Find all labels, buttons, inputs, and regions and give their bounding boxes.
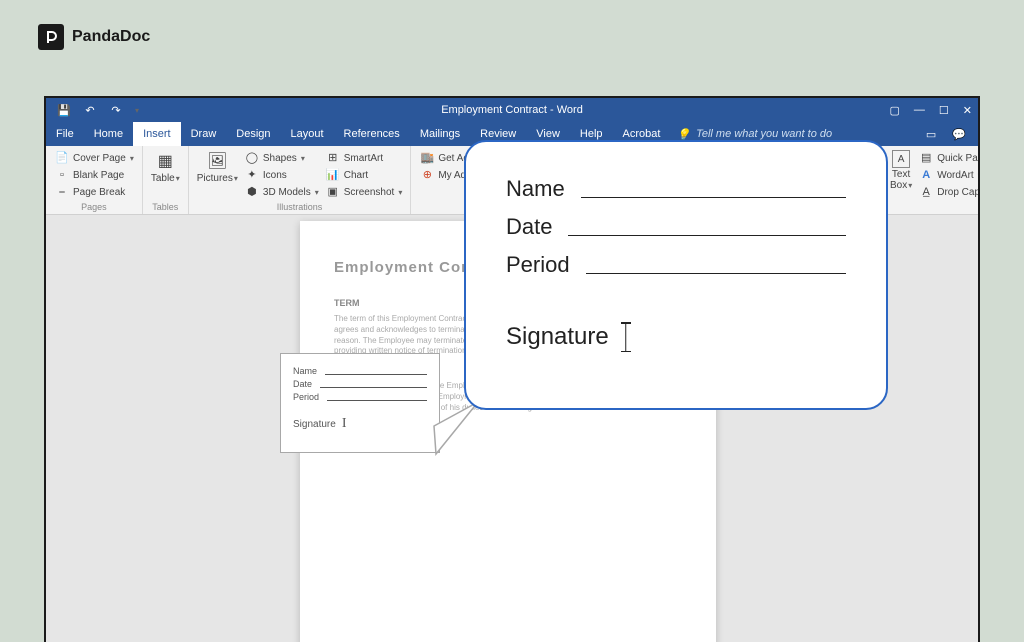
- callout-date-line[interactable]: [568, 235, 846, 236]
- smartart-button[interactable]: ⊞SmartArt: [325, 150, 403, 166]
- screenshot-icon: ▣: [325, 184, 341, 200]
- field-name-line[interactable]: [325, 367, 427, 375]
- pandadoc-icon: [38, 24, 64, 50]
- ribbon-options-icon[interactable]: ▢: [890, 104, 900, 117]
- group-text: A Text Box▾ ▤Quick Parts▾ AWordArt▾ A̲Dr…: [882, 146, 980, 214]
- tell-me-search[interactable]: 💡 Tell me what you want to do: [676, 128, 832, 141]
- text-box-button[interactable]: A Text Box▾: [890, 150, 912, 191]
- comments-icon[interactable]: 💬: [952, 128, 966, 141]
- page-break-icon: ⎯: [54, 184, 70, 200]
- qat-customize-icon[interactable]: ▾: [135, 106, 139, 115]
- text-cursor-icon: I: [342, 416, 347, 432]
- blank-page-button[interactable]: ▫Blank Page: [54, 167, 134, 183]
- undo-icon[interactable]: ↶: [82, 102, 98, 118]
- signature-callout: Name Date Period Signature: [464, 140, 888, 410]
- cover-page-button[interactable]: 📄Cover Page▾: [54, 150, 134, 166]
- group-text-label: Text: [890, 200, 980, 212]
- blank-page-icon: ▫: [54, 167, 70, 183]
- tab-home[interactable]: Home: [84, 122, 133, 146]
- callout-signature-label: Signature: [506, 323, 609, 351]
- title-bar: 💾 ↶ ↷ ▾ Employment Contract - Word ▢ — ☐…: [46, 98, 978, 122]
- cover-page-icon: 📄: [54, 150, 70, 166]
- smartart-icon: ⊞: [325, 150, 341, 166]
- tab-mailings[interactable]: Mailings: [410, 122, 470, 146]
- screenshot-button[interactable]: ▣Screenshot▾: [325, 184, 403, 200]
- quick-access-toolbar: 💾 ↶ ↷ ▾: [46, 102, 139, 118]
- page-break-button[interactable]: ⎯Page Break: [54, 184, 134, 200]
- wordart-icon: A: [918, 167, 934, 183]
- quick-parts-button[interactable]: ▤Quick Parts▾: [918, 150, 980, 166]
- lightbulb-icon: 💡: [676, 128, 690, 141]
- group-pages-label: Pages: [54, 200, 134, 212]
- field-period-line[interactable]: [327, 393, 427, 401]
- callout-period-line[interactable]: [586, 273, 846, 274]
- field-period-label: Period: [293, 392, 319, 402]
- chart-button[interactable]: 📊Chart: [325, 167, 403, 183]
- callout-period-label: Period: [506, 252, 570, 278]
- window-title: Employment Contract - Word: [46, 104, 978, 116]
- tell-me-label: Tell me what you want to do: [696, 128, 832, 140]
- tab-design[interactable]: Design: [226, 122, 280, 146]
- drop-cap-button[interactable]: A̲Drop Cap▾: [918, 184, 980, 200]
- addins-icon: ⊕: [419, 167, 435, 183]
- group-tables-label: Tables: [151, 200, 180, 212]
- tab-layout[interactable]: Layout: [281, 122, 334, 146]
- 3d-models-icon: ⬢: [244, 184, 260, 200]
- textbox-icon: A: [892, 150, 910, 168]
- chart-icon: 📊: [325, 167, 341, 183]
- pictures-button[interactable]: 🖼 Pictures▾: [197, 150, 238, 184]
- callout-date-label: Date: [506, 214, 552, 240]
- tab-insert[interactable]: Insert: [133, 122, 181, 146]
- field-name-label: Name: [293, 366, 317, 376]
- shapes-icon: ◯: [244, 150, 260, 166]
- table-icon: ▦: [154, 150, 176, 172]
- store-icon: 🏬: [419, 150, 435, 166]
- share-icon[interactable]: ▭: [926, 128, 936, 141]
- icons-button[interactable]: ✦Icons: [244, 167, 319, 183]
- shapes-button[interactable]: ◯Shapes▾: [244, 150, 319, 166]
- redo-icon[interactable]: ↷: [108, 102, 124, 118]
- field-date-line[interactable]: [320, 380, 427, 388]
- callout-pointer: [432, 400, 480, 456]
- save-icon[interactable]: 💾: [56, 102, 72, 118]
- group-illustrations-label: Illustrations: [197, 200, 403, 212]
- quickparts-icon: ▤: [918, 150, 934, 166]
- field-date-label: Date: [293, 379, 312, 389]
- pandadoc-logo: PandaDoc: [38, 24, 150, 50]
- tab-file[interactable]: File: [46, 122, 84, 146]
- text-cursor-icon: [621, 322, 631, 352]
- maximize-icon[interactable]: ☐: [939, 104, 949, 117]
- icons-icon: ✦: [244, 167, 260, 183]
- callout-name-label: Name: [506, 176, 565, 202]
- dropcap-icon: A̲: [918, 184, 934, 200]
- pandadoc-brand-text: PandaDoc: [72, 28, 150, 46]
- field-signature-label: Signature: [293, 419, 336, 430]
- tab-draw[interactable]: Draw: [181, 122, 227, 146]
- close-icon[interactable]: ✕: [963, 104, 972, 117]
- signature-block-small[interactable]: Name Date Period Signature I: [280, 353, 440, 453]
- group-illustrations: 🖼 Pictures▾ ◯Shapes▾ ✦Icons ⬢3D Models▾ …: [189, 146, 412, 214]
- group-tables: ▦ Table▾ Tables: [143, 146, 189, 214]
- minimize-icon[interactable]: —: [914, 104, 925, 117]
- callout-name-line[interactable]: [581, 197, 846, 198]
- wordart-button[interactable]: AWordArt▾: [918, 167, 980, 183]
- table-button[interactable]: ▦ Table▾: [151, 150, 180, 184]
- tab-references[interactable]: References: [334, 122, 410, 146]
- group-pages: 📄Cover Page▾ ▫Blank Page ⎯Page Break Pag…: [46, 146, 143, 214]
- 3d-models-button[interactable]: ⬢3D Models▾: [244, 184, 319, 200]
- pictures-icon: 🖼: [206, 150, 228, 172]
